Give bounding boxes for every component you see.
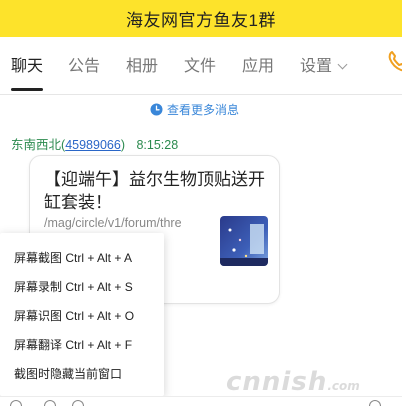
menu-item-hide-window[interactable]: 截图时隐藏当前窗口 [14, 365, 122, 382]
title-bar: 海友网官方鱼友1群 [0, 0, 402, 37]
tab-apps[interactable]: 应用 [242, 57, 274, 83]
input-toolbar [0, 396, 402, 406]
phone-icon[interactable] [388, 50, 402, 72]
card-thumbnail [220, 216, 268, 266]
history-icon[interactable] [369, 400, 381, 406]
tab-settings-label: 设置 [300, 58, 333, 75]
menu-item-screen-record[interactable]: 屏幕录制 Ctrl + Alt + S [14, 278, 133, 295]
window-title: 海友网官方鱼友1群 [126, 11, 276, 30]
message-sender-line: 东南西北(45989066) 8:15:28 [11, 134, 178, 153]
card-title: 【迎端午】益尔生物顶贴送开缸套装！ [44, 170, 265, 212]
watermark-suffix: .com [327, 379, 360, 393]
tab-settings[interactable]: 设置 [300, 57, 348, 83]
close-paren: ) [120, 138, 125, 152]
view-more-label: 查看更多消息 [167, 103, 240, 117]
watermark-text: cnnish [226, 367, 328, 397]
view-more-messages-link[interactable]: 查看更多消息 [150, 101, 239, 118]
tab-bar: 聊天 公告 相册 文件 应用 设置 [0, 37, 402, 95]
message-timestamp: 8:15:28 [136, 138, 179, 152]
clock-icon [150, 103, 163, 116]
tab-chat[interactable]: 聊天 [11, 57, 44, 91]
menu-item-screen-ocr[interactable]: 屏幕识图 Ctrl + Alt + O [14, 307, 134, 324]
menu-item-screen-translate[interactable]: 屏幕翻译 Ctrl + Alt + F [14, 336, 132, 353]
gif-icon[interactable] [44, 400, 56, 406]
tab-files[interactable]: 文件 [184, 57, 216, 83]
emoji-icon[interactable] [10, 400, 22, 406]
screenshot-context-menu: 屏幕截图 Ctrl + Alt + A 屏幕录制 Ctrl + Alt + S … [0, 233, 164, 396]
chevron-down-icon [337, 59, 348, 70]
scissors-icon[interactable] [72, 400, 84, 406]
menu-item-screen-capture[interactable]: 屏幕截图 Ctrl + Alt + A [14, 249, 132, 266]
tab-announcements[interactable]: 公告 [68, 57, 100, 83]
sender-qq-number[interactable]: 45989066 [65, 138, 121, 152]
card-url: /mag/circle/v1/forum/thre [44, 216, 182, 230]
sender-name[interactable]: 东南西北 [11, 138, 61, 152]
watermark: cnnish.com [226, 367, 360, 397]
tab-album[interactable]: 相册 [126, 57, 158, 83]
